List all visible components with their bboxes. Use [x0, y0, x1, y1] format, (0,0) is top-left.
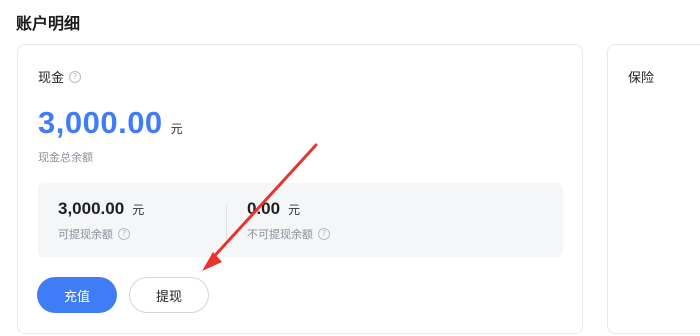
insurance-card-title: 保险: [628, 71, 655, 86]
cash-total-currency: 元: [170, 122, 183, 136]
page-title: 账户明细: [16, 14, 81, 33]
question-circle-icon[interactable]: ?: [69, 70, 82, 83]
question-circle-icon[interactable]: ?: [118, 228, 130, 240]
recharge-button[interactable]: 充值: [37, 277, 117, 313]
non-withdrawable-label: 不可提现余额: [247, 228, 313, 241]
non-withdrawable-amount: 0.00: [247, 199, 281, 218]
cash-total-amount: 3,000.00: [38, 105, 163, 140]
cash-card-title: 现金 ?: [38, 67, 82, 86]
cash-total-label: 现金总余额: [38, 151, 93, 164]
insurance-card: 保险: [607, 44, 700, 334]
withdrawable-balance: 3,000.00 元 可提现余额 ?: [58, 199, 144, 242]
withdrawable-currency: 元: [132, 203, 145, 217]
balance-divider: [226, 205, 227, 239]
balance-breakdown-panel: 3,000.00 元 可提现余额 ? 0.00 元 不可提现余额 ?: [38, 183, 563, 257]
non-withdrawable-currency: 元: [288, 203, 301, 217]
withdrawable-label: 可提现余额: [58, 228, 113, 241]
cash-total-row: 3,000.00 元: [38, 105, 183, 141]
cash-card: 现金 ? 3,000.00 元 现金总余额 3,000.00 元 可提现余额 ?…: [17, 44, 583, 334]
cash-title-label: 现金: [38, 71, 65, 86]
withdraw-button[interactable]: 提现: [129, 277, 209, 313]
question-circle-icon[interactable]: ?: [318, 228, 330, 240]
withdrawable-amount: 3,000.00: [58, 199, 125, 218]
non-withdrawable-balance: 0.00 元 不可提现余额 ?: [247, 199, 330, 242]
